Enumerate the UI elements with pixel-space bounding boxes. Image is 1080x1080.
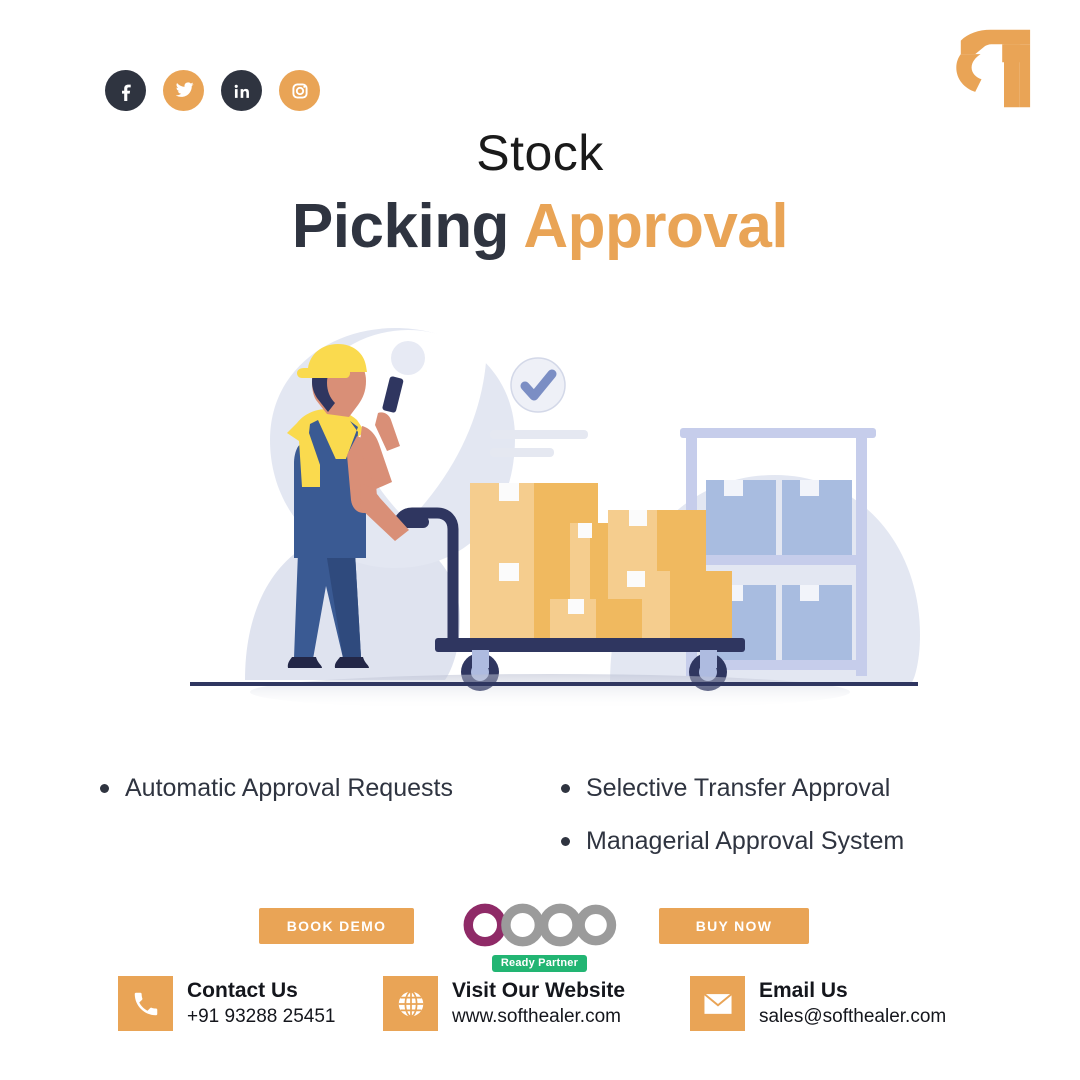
list-item: Managerial Approval System (561, 815, 1000, 868)
contact-website[interactable]: Visit Our Website www.softhealer.com (383, 976, 625, 1031)
book-demo-button[interactable]: BOOK DEMO (259, 908, 414, 944)
feature-column-right: Selective Transfer Approval Managerial A… (539, 762, 1000, 868)
phone-icon (118, 976, 173, 1031)
list-item: Selective Transfer Approval (561, 762, 1000, 815)
title-word-picking: Picking (291, 192, 524, 261)
feature-label: Automatic Approval Requests (125, 774, 453, 802)
facebook-icon[interactable] (105, 70, 146, 111)
list-item: Automatic Approval Requests (100, 762, 539, 815)
globe-icon (383, 976, 438, 1031)
linkedin-icon[interactable] (221, 70, 262, 111)
contact-title: Contact Us (187, 978, 298, 1002)
page-title: Stock Picking Approval (0, 128, 1080, 258)
bullet-icon (561, 837, 570, 846)
buy-now-button[interactable]: BUY NOW (659, 908, 809, 944)
softhealer-logo-icon (950, 28, 1040, 108)
contact-value: +91 93288 25451 (187, 1005, 336, 1027)
contact-value: sales@softhealer.com (759, 1005, 947, 1027)
cta-row: BOOK DEMO Ready Partner BUY NOW (0, 903, 1080, 972)
contact-value: www.softhealer.com (452, 1005, 621, 1027)
promo-poster: Stock Picking Approval Automatic Approva… (0, 0, 1080, 1080)
bullet-icon (100, 784, 109, 793)
hero-illustration (150, 320, 950, 710)
title-word-approval: Approval (523, 192, 789, 261)
contact-title: Visit Our Website (452, 978, 626, 1002)
odoo-partner-logo: Ready Partner (462, 902, 617, 972)
feature-column-left: Automatic Approval Requests (100, 762, 539, 868)
contact-row: Contact Us +91 93288 25451 Visit Our Web… (0, 976, 1080, 1046)
feature-label: Selective Transfer Approval (586, 774, 891, 802)
envelope-icon (690, 976, 745, 1031)
social-links (105, 70, 320, 111)
title-line-2: Picking Approval (0, 196, 1080, 258)
contact-title: Email Us (759, 978, 848, 1002)
odoo-ready-partner-badge: Ready Partner (491, 955, 588, 972)
feature-label: Managerial Approval System (586, 827, 905, 855)
bullet-icon (561, 784, 570, 793)
feature-list: Automatic Approval Requests Selective Tr… (100, 762, 1000, 868)
contact-phone[interactable]: Contact Us +91 93288 25451 (118, 976, 335, 1031)
instagram-icon[interactable] (279, 70, 320, 111)
contact-email[interactable]: Email Us sales@softhealer.com (690, 976, 946, 1031)
title-line-1: Stock (476, 125, 604, 181)
twitter-icon[interactable] (163, 70, 204, 111)
odoo-wordmark (463, 903, 617, 947)
